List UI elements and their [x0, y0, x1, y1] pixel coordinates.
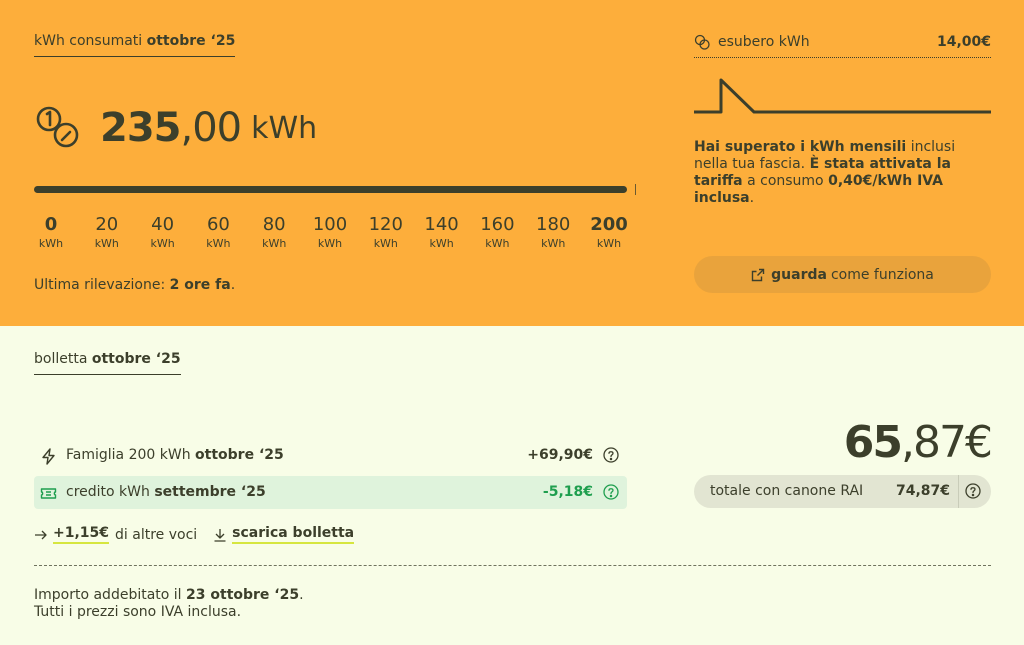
excess-kwh-row: esubero kWh 14,00€	[694, 32, 991, 58]
kwh-total: 235,00 kWh	[34, 104, 317, 152]
scale-tick-unit: kWh	[317, 237, 343, 250]
canone-value: 74,87€	[896, 483, 951, 499]
how-it-works-button[interactable]: guarda come funziona	[694, 256, 991, 293]
other-items-amount[interactable]: +1,15€	[53, 525, 110, 544]
bill-extra-links: +1,15€ di altre voci scarica bolletta	[34, 525, 355, 544]
excess-label: esubero kWh	[718, 34, 810, 50]
scale-tick: 0 kWh	[26, 214, 76, 252]
canone-label: totale con canone RAI	[710, 483, 864, 499]
scale-tick: 140 kWh	[417, 214, 467, 252]
excess-value: 14,00€	[936, 34, 991, 50]
help-icon[interactable]	[603, 447, 619, 463]
consumption-panel: kWh consumati ottobre ‘25 235,00 kWh 0 kW…	[0, 0, 1024, 326]
arrow-right-icon	[35, 530, 47, 539]
download-bill-link[interactable]: scarica bolletta	[232, 525, 355, 544]
scale-tick: 120 kWh	[361, 214, 411, 252]
scale-tick-unit: kWh	[38, 237, 64, 250]
scale-tick-value: 100	[312, 214, 348, 235]
external-link-icon	[751, 268, 765, 281]
vat-note: Tutti i prezzi sono IVA inclusa.	[34, 604, 242, 620]
scale-tick: 160 kWh	[472, 214, 522, 252]
scale-tick-unit: kWh	[596, 237, 622, 250]
bill-row-amount: +69,90€	[527, 447, 593, 463]
bill-footer: Importo addebitato il 23 ottobre ‘25. Tu…	[34, 587, 304, 620]
lightning-icon	[42, 448, 55, 465]
divider	[958, 475, 959, 508]
consumption-progress-bar	[34, 186, 627, 193]
scale-tick-value: 160	[480, 214, 515, 235]
scale-tick-unit: kWh	[485, 237, 510, 250]
scale-tick-unit: kWh	[541, 237, 566, 250]
scale-tick-unit: kWh	[94, 237, 119, 250]
scale-tick: 180 kWh	[528, 214, 578, 252]
scale-tick-unit: kWh	[262, 237, 287, 250]
excess-spike-graphic	[694, 78, 991, 114]
bill-row-label: Famiglia 200 kWh ottobre ‘25	[66, 447, 284, 463]
kwh-unit: kWh	[251, 110, 318, 146]
excess-warning-text: Hai superato i kWh mensili inclusi nella…	[694, 139, 956, 206]
bill-row-label: credito kWh settembre ‘25	[66, 484, 266, 500]
last-reading: Ultima rilevazione: 2 ore fa.	[34, 277, 236, 293]
bill-total: 65,87€	[843, 417, 993, 468]
scale-tick: 40 kWh	[138, 214, 188, 252]
scale-tick-value: 20	[95, 214, 119, 235]
help-icon[interactable]	[965, 483, 981, 499]
other-items-text: di altre voci	[115, 526, 198, 543]
scale-tick: 20 kWh	[82, 214, 132, 252]
scale-tick-unit: kWh	[150, 237, 175, 250]
coins-icon	[694, 34, 710, 50]
help-icon[interactable]	[603, 484, 619, 500]
bill-row-plan: Famiglia 200 kWh ottobre ‘25 +69,90€	[34, 439, 627, 472]
scale-tick-value: 80	[262, 214, 286, 235]
dashed-divider	[34, 565, 991, 566]
scale-tick-value: 40	[151, 214, 175, 235]
scale-tick-value: 0	[44, 214, 58, 235]
scale-tick-unit: kWh	[206, 237, 231, 250]
consumption-title: kWh consumati ottobre ‘25	[34, 33, 236, 57]
ticket-icon	[40, 488, 57, 499]
scale-tick-value: 200	[590, 214, 628, 235]
scale-tick-unit: kWh	[373, 237, 398, 250]
bill-row-amount: -5,18€	[542, 484, 593, 500]
kwh-scale: 0 kWh 20 kWh 40 kWh 60 kWh 80 kWh 100 kWh 120 kWh 140 k…	[0, 214, 680, 258]
kwh-value-dec: ,00	[180, 105, 243, 151]
scale-tick-value: 140	[424, 214, 459, 235]
scale-tick: 100 kWh	[305, 214, 355, 252]
download-icon	[214, 528, 226, 542]
bill-title: bolletta ottobre ‘25	[34, 351, 181, 375]
scale-tick-unit: kWh	[429, 237, 454, 250]
kwh-value-int: 235	[100, 105, 181, 151]
bill-row-credit: credito kWh settembre ‘25 -5,18€	[34, 476, 627, 509]
scale-tick-value: 180	[536, 214, 571, 235]
scale-tick: 80 kWh	[249, 214, 299, 252]
total-with-rai-fee: totale con canone RAI 74,87€	[694, 475, 991, 508]
scale-tick: 60 kWh	[193, 214, 243, 252]
scale-tick-value: 120	[368, 214, 403, 235]
scale-tick: 200 kWh	[584, 214, 634, 252]
scale-tick-value: 60	[206, 214, 230, 235]
progress-bar-end-marker	[635, 184, 636, 195]
meter-icon	[36, 106, 79, 148]
